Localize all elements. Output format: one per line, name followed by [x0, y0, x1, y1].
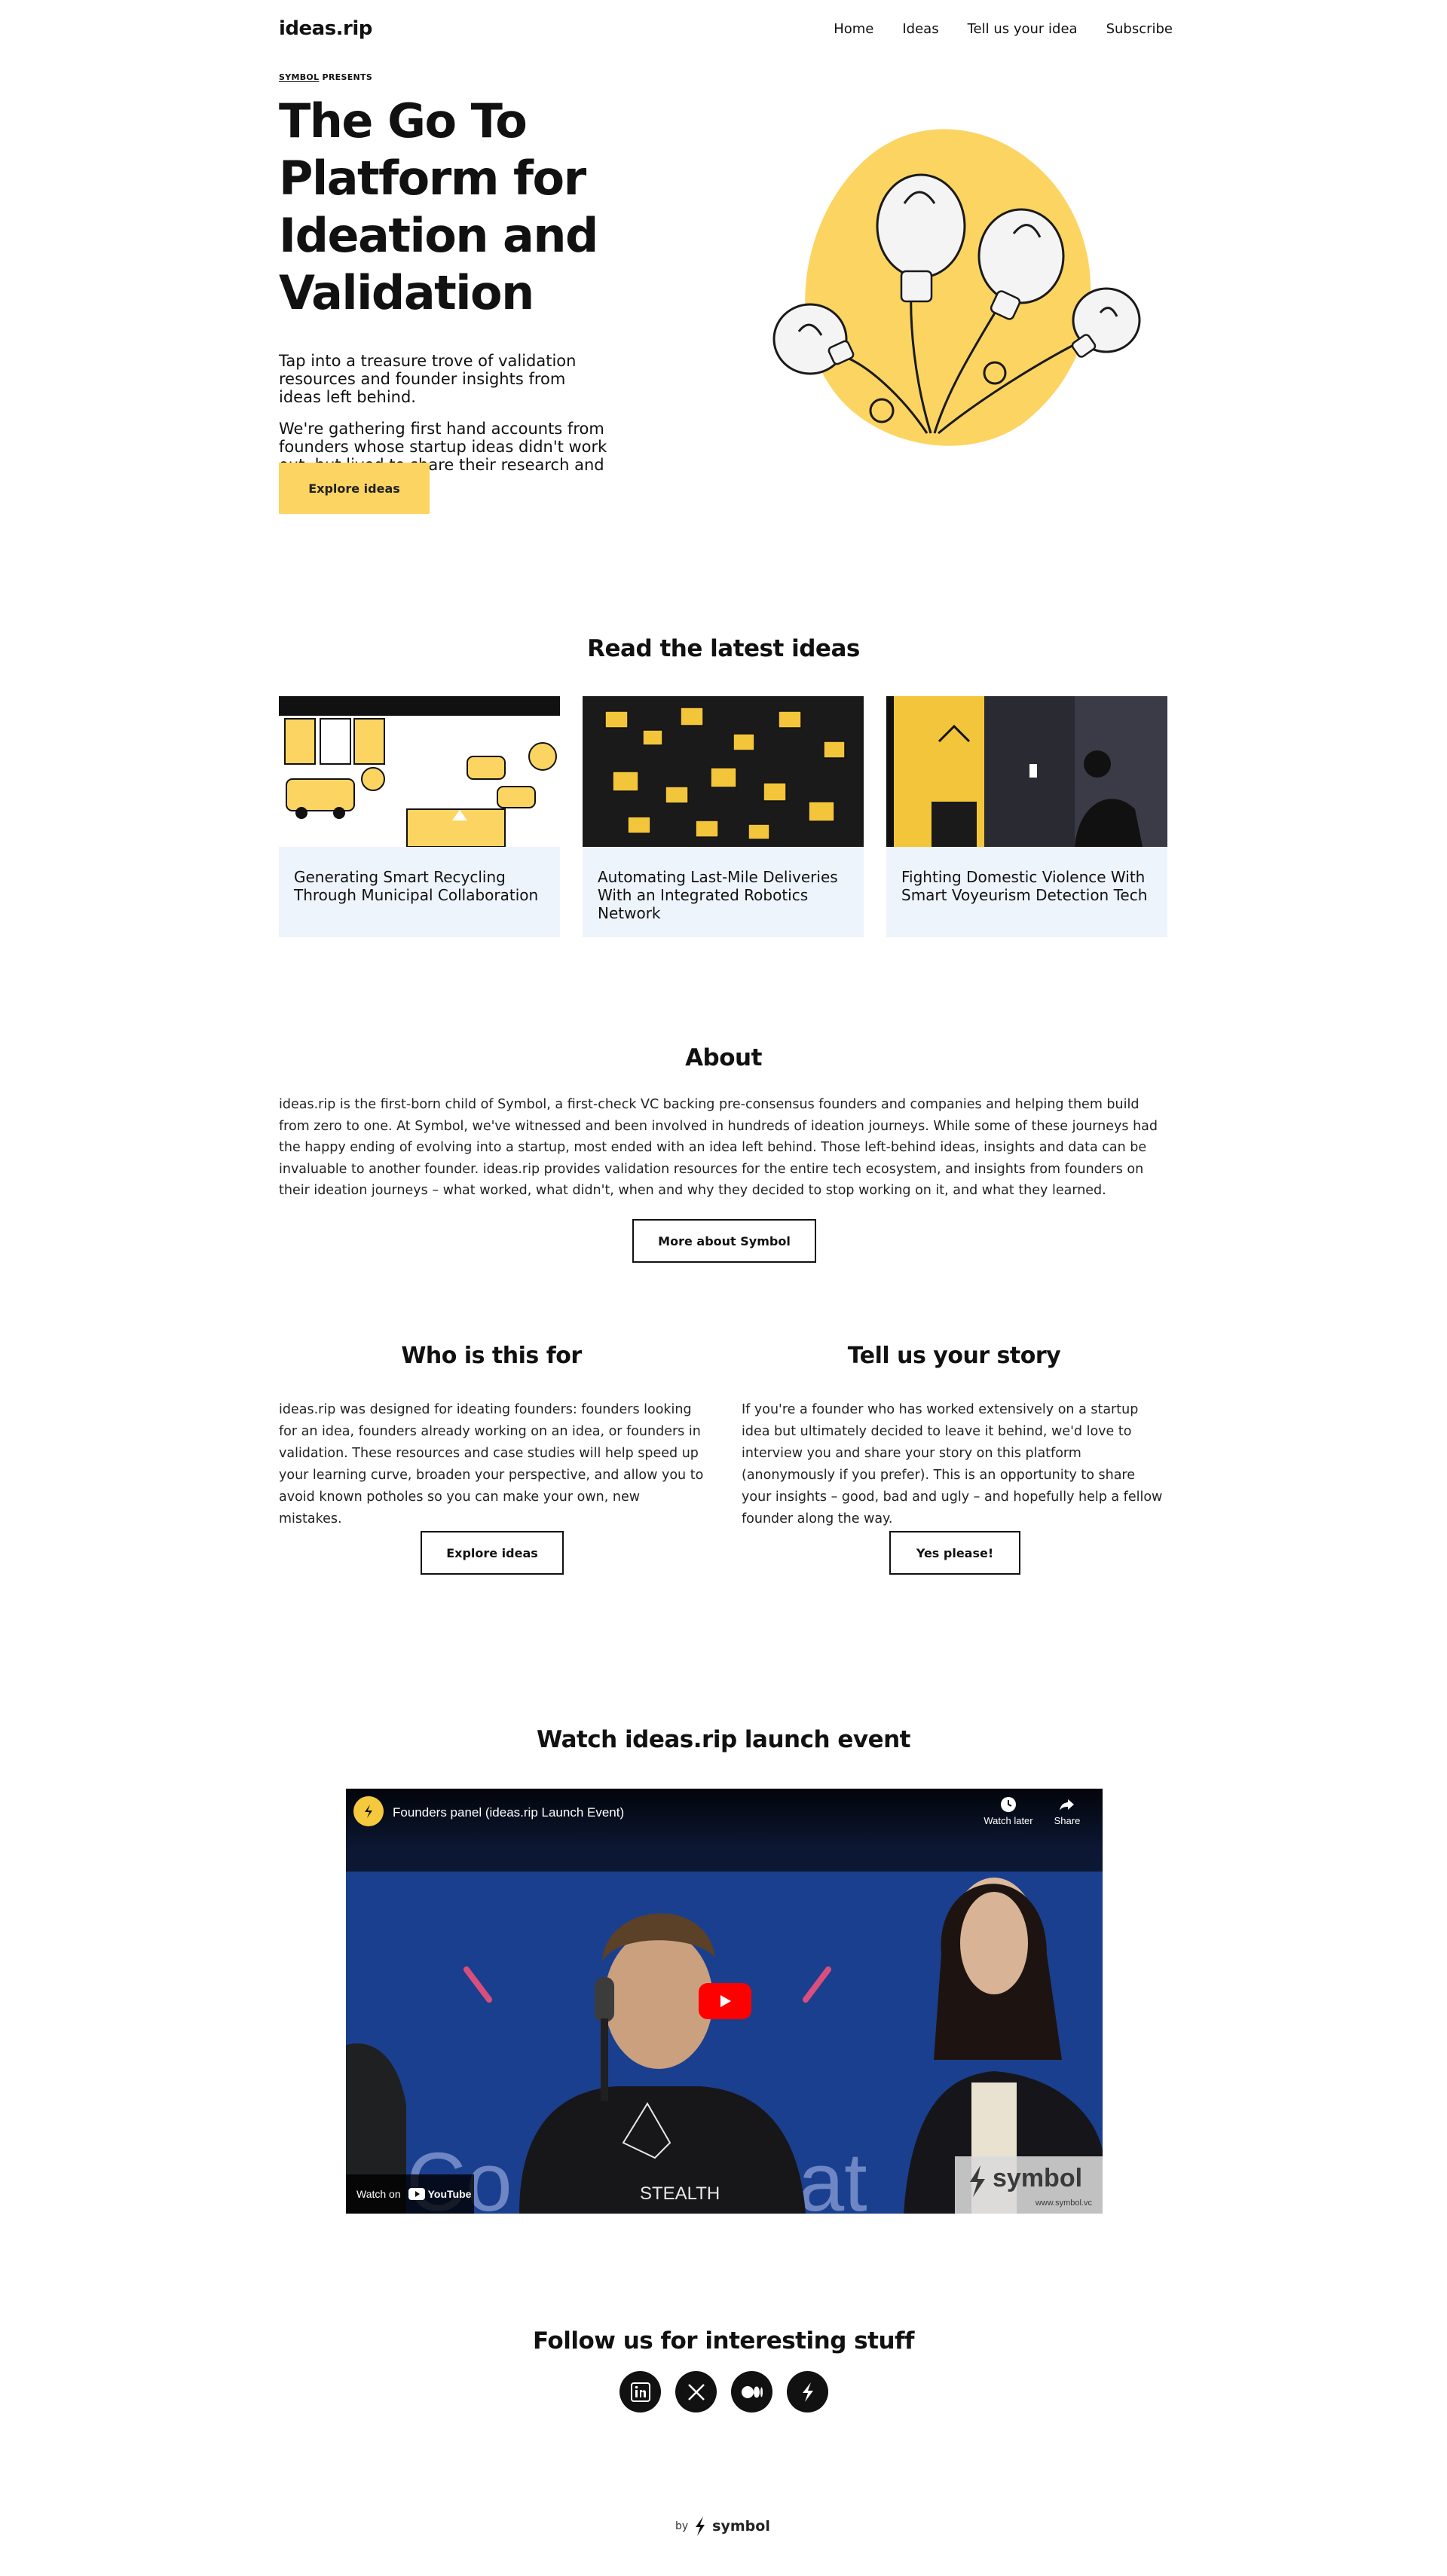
site-header: ideas.rip Home Ideas Tell us your idea S…: [279, 0, 1173, 57]
story-heading: Tell us your story: [847, 1343, 1061, 1369]
x-link[interactable]: [675, 2371, 717, 2413]
youtube-icon: [408, 2188, 425, 2200]
idea-card-title[interactable]: Automating Last-Mile Deliveries With an …: [583, 850, 864, 922]
medium-icon: [741, 2385, 763, 2398]
latest-ideas-heading: Read the latest ideas: [587, 635, 860, 662]
svg-text:at: at: [798, 2136, 867, 2214]
shirt-text: STEALTH: [640, 2183, 720, 2204]
explore-ideas-button-2[interactable]: Explore ideas: [421, 1531, 564, 1575]
idea-card-title[interactable]: Generating Smart Recycling Through Munic…: [279, 850, 560, 904]
watermark-url: www.symbol.vc: [1035, 2199, 1092, 2208]
about-text: ideas.rip is the first-born child of Sym…: [279, 1097, 1158, 1199]
idea-card-title[interactable]: Fighting Domestic Violence With Smart Vo…: [886, 850, 1167, 904]
main-nav: Home Ideas Tell us your idea Subscribe: [834, 21, 1173, 37]
youtube-label: YouTube: [427, 2188, 472, 2200]
explore-ideas-button[interactable]: Explore ideas: [279, 463, 430, 514]
medium-link[interactable]: [731, 2371, 772, 2413]
presents-brand[interactable]: SYMBOL: [279, 72, 319, 82]
video-embed[interactable]: Co at STEALTH Founders panel (ideas.rip …: [346, 1789, 1103, 2214]
youtube-logo: YouTube: [408, 2188, 472, 2200]
recycling-illustration: [279, 696, 560, 848]
channel-avatar[interactable]: [353, 1796, 384, 1826]
play-icon: [720, 1995, 731, 2007]
lightbulbs-illustration: [772, 129, 1141, 446]
clock-icon: [1001, 1797, 1016, 1812]
hero-paragraph-1: Tap into a treasure trove of validation …: [279, 352, 577, 406]
linkedin-link[interactable]: [619, 2371, 661, 2413]
symbol-logo-icon: [365, 1804, 372, 1818]
symbol-logo-icon: [696, 2516, 705, 2536]
linkedin-icon: [630, 2382, 650, 2402]
hero-section: SYMBOL PRESENTS The Go To Platform for I…: [279, 72, 731, 492]
nav-subscribe[interactable]: Subscribe: [1106, 21, 1173, 37]
share-icon: [1060, 1799, 1074, 1811]
watch-on-label: Watch on: [356, 2188, 401, 2200]
social-links: [619, 2371, 828, 2413]
symbol-icon: [802, 2382, 813, 2402]
domestic-illustration: [886, 696, 1167, 847]
share-button[interactable]: Share: [1041, 1796, 1094, 1826]
nav-ideas[interactable]: Ideas: [902, 21, 938, 37]
video-heading: Watch ideas.rip launch event: [536, 1726, 911, 1753]
idea-card[interactable]: Automating Last-Mile Deliveries With an …: [583, 696, 864, 937]
idea-card[interactable]: Generating Smart Recycling Through Munic…: [279, 696, 560, 937]
presents-line: SYMBOL PRESENTS: [279, 72, 731, 82]
story-text: If you're a founder who has worked exten…: [742, 1402, 1163, 1526]
symbol-watermark-icon: [970, 2165, 985, 2197]
who-text: ideas.rip was designed for ideating foun…: [279, 1402, 704, 1526]
who-heading: Who is this for: [401, 1343, 582, 1369]
video-title[interactable]: Founders panel (ideas.rip Launch Event): [393, 1805, 624, 1820]
yes-please-button[interactable]: Yes please!: [889, 1531, 1020, 1575]
more-about-symbol-button[interactable]: More about Symbol: [632, 1219, 816, 1263]
nav-tell-us[interactable]: Tell us your idea: [968, 21, 1078, 37]
share-label: Share: [1054, 1815, 1081, 1826]
symbol-link[interactable]: [787, 2371, 828, 2413]
hero-title: The Go To Platform for Ideation and Vali…: [279, 93, 598, 320]
watch-on-youtube-button[interactable]: Watch on YouTube: [346, 2174, 474, 2214]
symbol-watermark: symbol www.symbol.vc: [955, 2156, 1103, 2214]
nav-home[interactable]: Home: [834, 21, 873, 37]
watch-later-label: Watch later: [984, 1815, 1033, 1826]
presents-text: PRESENTS: [319, 72, 373, 82]
ideas-card-list: Generating Smart Recycling Through Munic…: [279, 696, 1168, 937]
x-icon: [687, 2383, 705, 2400]
site-logo[interactable]: ideas.rip: [279, 17, 372, 40]
play-button[interactable]: [699, 1983, 751, 2019]
about-heading: About: [685, 1044, 762, 1071]
watch-later-button[interactable]: Watch later: [982, 1796, 1035, 1826]
watermark-brand: symbol: [993, 2164, 1083, 2193]
site-footer: by symbol: [675, 2515, 770, 2538]
robotics-illustration: [583, 696, 864, 847]
footer-brand[interactable]: symbol: [712, 2518, 770, 2535]
footer-by: by: [675, 2520, 689, 2532]
follow-heading: Follow us for interesting stuff: [533, 2327, 915, 2354]
idea-card[interactable]: Fighting Domestic Violence With Smart Vo…: [886, 696, 1167, 937]
